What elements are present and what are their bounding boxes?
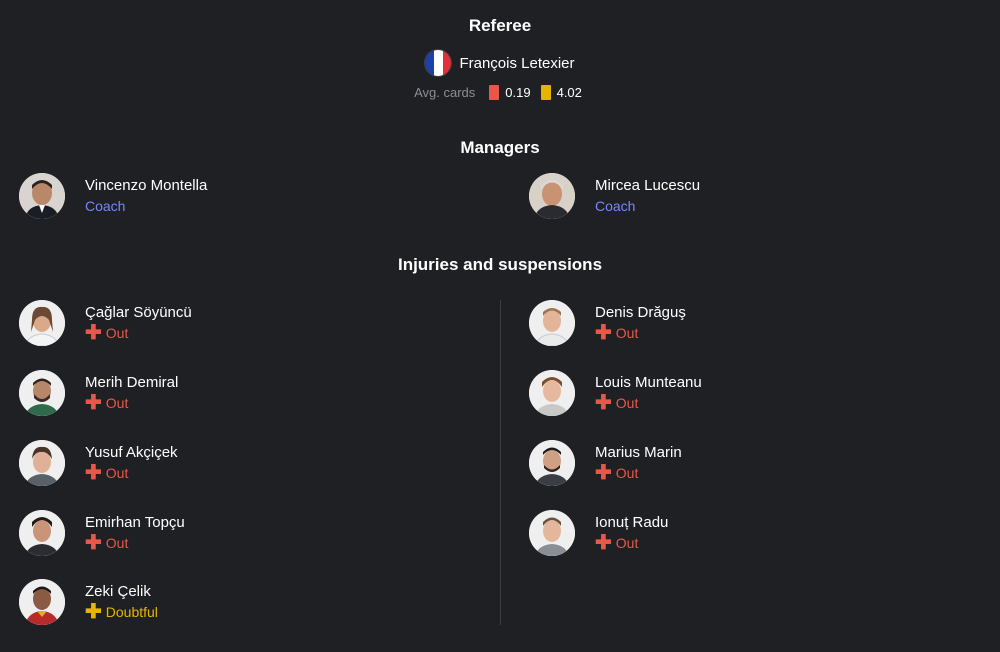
avatar	[529, 173, 575, 219]
manager-role: Coach	[595, 198, 636, 214]
manager-role: Coach	[85, 198, 126, 214]
status-label: Doubtful	[105, 604, 158, 620]
status-badge: ✚ Out	[595, 323, 686, 343]
status-label: Out	[615, 535, 639, 551]
injury-cross-icon: ✚	[85, 532, 102, 554]
player-name: Ionuț Radu	[595, 514, 669, 531]
status-badge: ✚ Out	[85, 463, 178, 483]
injury-cross-icon: ✚	[595, 532, 612, 554]
injury-cross-icon: ✚	[85, 392, 102, 414]
injury-home-3[interactable]: Yusuf Akçiçek ✚ Out	[19, 440, 178, 486]
injury-cross-icon: ✚	[595, 392, 612, 414]
france-flag-icon	[425, 50, 452, 76]
avatar	[529, 510, 575, 556]
player-name: Zeki Çelik	[85, 583, 151, 600]
player-name: Marius Marin	[595, 444, 682, 461]
doubtful-cross-icon: ✚	[85, 601, 102, 623]
status-badge: ✚ Out	[85, 393, 178, 413]
status-label: Out	[105, 535, 129, 551]
status-badge: ✚ Out	[595, 393, 702, 413]
referee-name[interactable]: François Letexier	[459, 55, 574, 72]
avatar	[19, 370, 65, 416]
status-badge: ✚ Out	[595, 533, 668, 553]
yellow-card-value: 4.02	[556, 85, 582, 100]
avatar	[19, 300, 65, 346]
avatar	[19, 510, 65, 556]
player-name: Yusuf Akçiçek	[85, 444, 178, 461]
player-name: Denis Drăguş	[595, 304, 686, 321]
avatar	[529, 300, 575, 346]
status-badge: ✚ Out	[595, 463, 682, 483]
avg-cards-label: Avg. cards	[414, 85, 476, 100]
avatar	[529, 440, 575, 486]
injuries-title: Injuries and suspensions	[397, 255, 603, 274]
avatar	[529, 370, 575, 416]
red-card-icon	[489, 85, 500, 100]
referee-row[interactable]: François Letexier	[0, 50, 1000, 76]
status-label: Out	[105, 465, 129, 481]
player-name: Çağlar Söyüncü	[85, 304, 192, 321]
avatar	[19, 173, 65, 219]
injury-cross-icon: ✚	[595, 322, 612, 344]
injury-away-4[interactable]: Ionuț Radu ✚ Out	[529, 510, 668, 556]
injury-cross-icon: ✚	[595, 462, 612, 484]
status-label: Out	[105, 325, 129, 341]
injury-away-1[interactable]: Denis Drăguş ✚ Out	[529, 300, 686, 346]
status-badge: ✚ Out	[85, 533, 185, 553]
manager-name: Vincenzo Montella	[85, 177, 208, 194]
injury-cross-icon: ✚	[85, 322, 102, 344]
player-name: Louis Munteanu	[595, 374, 702, 391]
referee-title: Referee	[468, 16, 532, 35]
injury-home-5[interactable]: Zeki Çelik ✚ Doubtful	[19, 579, 158, 625]
status-badge: ✚ Doubtful	[85, 602, 158, 622]
status-label: Out	[105, 395, 129, 411]
manager-name: Mircea Lucescu	[595, 177, 701, 194]
manager-away[interactable]: Mircea Lucescu Coach	[529, 173, 700, 219]
injury-home-4[interactable]: Emirhan Topçu ✚ Out	[19, 510, 185, 556]
injury-home-1[interactable]: Çağlar Söyüncü ✚ Out	[19, 300, 192, 346]
status-badge: ✚ Out	[85, 323, 192, 343]
column-divider	[500, 300, 501, 625]
injury-cross-icon: ✚	[85, 462, 102, 484]
status-label: Out	[615, 465, 639, 481]
yellow-card-icon	[540, 85, 551, 100]
avatar	[19, 440, 65, 486]
status-label: Out	[615, 325, 639, 341]
red-card-value: 0.19	[505, 85, 531, 100]
status-label: Out	[615, 395, 639, 411]
avatar	[19, 579, 65, 625]
avg-cards: Avg. cards 0.19 4.02	[0, 85, 1000, 100]
injury-away-2[interactable]: Louis Munteanu ✚ Out	[529, 370, 702, 416]
player-name: Emirhan Topçu	[85, 514, 185, 531]
injury-home-2[interactable]: Merih Demiral ✚ Out	[19, 370, 178, 416]
player-name: Merih Demiral	[85, 374, 179, 391]
managers-title: Managers	[460, 138, 540, 157]
injury-away-3[interactable]: Marius Marin ✚ Out	[529, 440, 682, 486]
manager-home[interactable]: Vincenzo Montella Coach	[19, 173, 207, 219]
